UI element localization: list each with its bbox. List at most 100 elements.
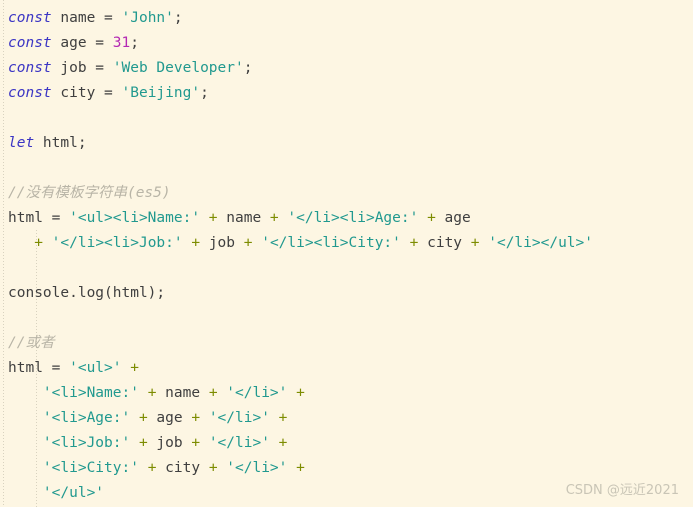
code-lines-container[interactable]: const name = 'John'; const age = 31; const… — [0, 6, 693, 506]
code-token-str: '<ul><li>Name:' — [69, 210, 201, 226]
code-token-pln: age — [147, 410, 192, 426]
code-token-op: + — [470, 235, 480, 251]
code-token-pln: age = — [51, 35, 113, 51]
code-token-pln — [130, 435, 139, 451]
code-token-pln — [270, 435, 279, 451]
code-line[interactable]: const city = 'Beijing'; — [0, 81, 693, 106]
code-token-pln: job — [147, 435, 192, 451]
code-line[interactable]: const age = 31; — [0, 31, 693, 56]
code-token-pln — [218, 460, 227, 476]
code-token-pln — [200, 210, 209, 226]
code-line[interactable]: '<li>City:' + city + '</li>' + — [0, 456, 693, 481]
code-editor[interactable]: const name = 'John'; const age = 31; const… — [0, 0, 693, 507]
code-token-com: //没有模板字符串(es5) — [8, 185, 171, 201]
code-token-pln: name = — [51, 10, 122, 26]
code-token-pln — [252, 235, 261, 251]
code-token-op: + — [191, 235, 201, 251]
code-token-pln — [8, 435, 43, 451]
code-token-str: '</li><li>Job:' — [51, 235, 183, 251]
code-token-op: + — [191, 410, 201, 426]
code-token-str: '</li>' — [208, 435, 270, 451]
code-token-op: + — [296, 460, 305, 476]
code-token-kw: const — [8, 35, 52, 51]
code-token-pln — [270, 410, 279, 426]
code-line[interactable]: let html; — [0, 131, 693, 156]
code-token-str: '<ul>' — [69, 360, 122, 376]
code-token-com: //或者 — [8, 335, 55, 351]
code-token-pln — [8, 460, 43, 476]
code-token-op: + — [296, 385, 305, 401]
code-token-pln: name — [217, 210, 270, 226]
code-token-pln — [218, 385, 227, 401]
code-line[interactable]: html = '<ul>' + — [0, 356, 693, 381]
code-token-pun: ; — [243, 60, 253, 76]
code-token-kw: const — [8, 10, 52, 26]
code-token-pln: age — [435, 210, 471, 226]
code-line[interactable]: '<li>Job:' + job + '</li>' + — [0, 431, 693, 456]
code-token-op: + — [130, 360, 139, 376]
code-token-pln — [8, 385, 43, 401]
code-token-op: + — [208, 210, 218, 226]
code-token-pln: city — [418, 235, 471, 251]
code-token-str: 'Web Developer' — [112, 60, 244, 76]
code-token-pun: ; — [173, 10, 183, 26]
code-token-pun: ; — [200, 85, 209, 101]
code-token-str: '<li>Name:' — [42, 385, 139, 401]
code-token-pln: html = — [8, 210, 70, 226]
code-token-pln — [418, 210, 427, 226]
code-token-str: 'John' — [121, 10, 174, 26]
code-token-pln: console.log(html); — [8, 285, 166, 301]
code-line[interactable] — [0, 256, 693, 281]
code-token-str: '</li>' — [226, 385, 288, 401]
code-line[interactable]: '<li>Age:' + age + '</li>' + — [0, 406, 693, 431]
code-token-pln: name — [156, 385, 209, 401]
code-token-str: '<li>City:' — [42, 460, 139, 476]
code-token-op: + — [427, 210, 436, 226]
code-token-str: '</li></ul>' — [488, 235, 593, 251]
code-token-str: '</li>' — [226, 460, 288, 476]
code-token-pln — [139, 385, 148, 401]
code-token-pun: ; — [130, 35, 139, 51]
code-line[interactable]: html = '<ul><li>Name:' + name + '</li><l… — [0, 206, 693, 231]
code-line[interactable]: '<li>Name:' + name + '</li>' + — [0, 381, 693, 406]
code-token-pln: html; — [34, 135, 87, 151]
code-token-op: + — [138, 410, 148, 426]
code-line[interactable]: console.log(html); — [0, 281, 693, 306]
code-token-pln: city = — [51, 85, 122, 101]
csdn-watermark: CSDN @远近2021 — [565, 483, 679, 498]
code-token-str: 'Beijing' — [121, 85, 201, 101]
code-line[interactable]: //或者 — [0, 331, 693, 356]
code-token-op: + — [269, 210, 279, 226]
code-token-kw: const — [8, 60, 52, 76]
code-token-op: + — [138, 435, 148, 451]
code-line[interactable]: const name = 'John'; — [0, 6, 693, 31]
code-line[interactable]: //没有模板字符串(es5) — [0, 181, 693, 206]
code-token-pln: html = — [8, 360, 70, 376]
code-line[interactable] — [0, 306, 693, 331]
code-token-op: + — [208, 385, 218, 401]
code-token-kw: const — [8, 85, 52, 101]
code-line[interactable]: + '</li><li>Job:' + job + '</li><li>City… — [0, 231, 693, 256]
code-token-str: '</li>' — [208, 410, 270, 426]
code-line[interactable] — [0, 156, 693, 181]
code-token-str: '<li>Age:' — [42, 410, 131, 426]
code-token-num: 31 — [112, 35, 131, 51]
code-token-kw: let — [8, 135, 35, 151]
code-token-str: '</ul>' — [42, 485, 105, 501]
code-token-op: + — [191, 435, 201, 451]
code-line[interactable]: const job = 'Web Developer'; — [0, 56, 693, 81]
code-token-pln — [200, 410, 209, 426]
code-token-pln — [122, 360, 131, 376]
code-token-op: + — [34, 235, 43, 251]
code-token-pln: job = — [51, 60, 113, 76]
code-token-pln — [401, 235, 410, 251]
code-line[interactable] — [0, 106, 693, 131]
code-token-pln — [8, 235, 34, 251]
code-token-str: '</li><li>City:' — [261, 235, 401, 251]
code-token-pln — [200, 435, 209, 451]
code-token-op: + — [208, 460, 218, 476]
code-token-pln — [287, 385, 296, 401]
code-token-str: '</li><li>Age:' — [287, 210, 419, 226]
code-token-pln — [287, 460, 296, 476]
code-token-pln: city — [156, 460, 209, 476]
